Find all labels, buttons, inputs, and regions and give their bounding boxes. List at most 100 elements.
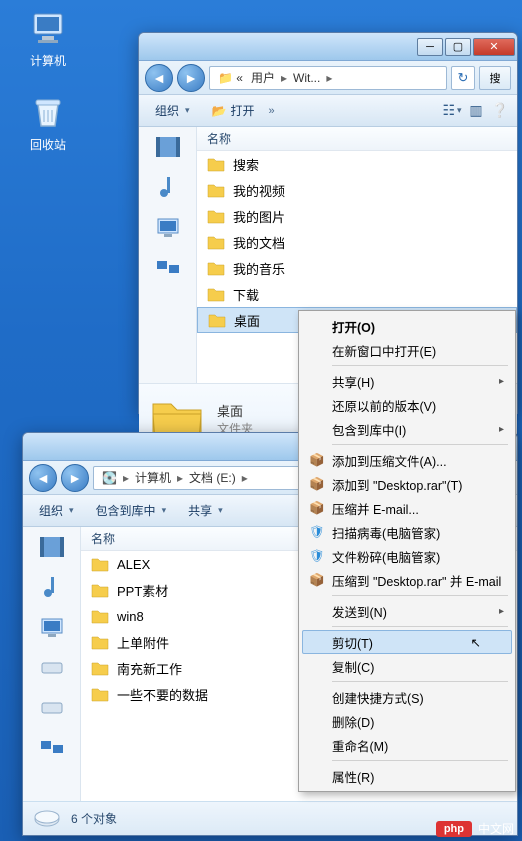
desktop-icon-label: 回收站 [16,136,80,153]
breadcrumb-seg[interactable]: 用户 [247,69,279,86]
ctx-compress-email[interactable]: 📦压缩并 E-mail... [302,496,512,520]
ctx-open[interactable]: 打开(O) [302,314,512,338]
breadcrumb-seg[interactable]: Wit... [289,71,324,85]
back-button[interactable]: ◄ [145,64,173,92]
chevron-right-icon: ▸ [175,471,185,485]
context-menu: 打开(O) 在新窗口中打开(E) 共享(H) 还原以前的版本(V) 包含到库中(… [298,310,516,792]
fav-computer-icon[interactable] [23,607,80,647]
folder-icon [207,156,225,172]
ctx-open-new-window[interactable]: 在新窗口中打开(E) [302,338,512,362]
folder-icon [207,286,225,302]
cursor-icon: ↖ [471,635,481,650]
column-header-name[interactable]: 名称 [197,127,517,151]
search-button[interactable]: 搜 [479,66,511,90]
breadcrumb-root-icon[interactable]: 📁 « [214,71,247,85]
recycle-bin-icon [28,92,68,132]
list-item[interactable]: 我的文档 [197,229,517,255]
shield-icon: 🛡 [308,523,326,541]
view-mode-button[interactable]: ☷ [443,102,461,120]
organize-button[interactable]: 组织 [31,499,82,522]
folder-icon [91,556,109,572]
rar-icon: 📦 [308,571,326,589]
separator [332,595,508,596]
fav-video-icon[interactable] [139,127,196,167]
ctx-add-desktop-rar[interactable]: 📦添加到 "Desktop.rar"(T) [302,472,512,496]
ctx-scan-virus[interactable]: 🛡扫描病毒(电脑管家) [302,520,512,544]
open-button[interactable]: 📂打开 [204,99,263,122]
separator [332,444,508,445]
fav-computer-icon[interactable] [139,207,196,247]
overflow-icon[interactable]: » [269,105,275,117]
rar-icon: 📦 [308,475,326,493]
ctx-send-to[interactable]: 发送到(N) [302,599,512,623]
ctx-shred[interactable]: 🛡文件粉碎(电脑管家) [302,544,512,568]
list-item[interactable]: 我的音乐 [197,255,517,281]
desktop-icon-computer[interactable]: 计算机 [16,8,80,69]
list-item[interactable]: 我的图片 [197,203,517,229]
ctx-rename[interactable]: 重命名(M) [302,733,512,757]
fav-drive-icon[interactable] [23,647,80,687]
folder-icon [91,686,109,702]
forward-button[interactable]: ► [61,464,89,492]
list-item[interactable]: 搜索 [197,151,517,177]
computer-icon [28,8,68,48]
fav-network-icon[interactable] [23,727,80,767]
ctx-compress-send[interactable]: 📦压缩到 "Desktop.rar" 并 E-mail [302,568,512,592]
separator [332,626,508,627]
ctx-create-shortcut[interactable]: 创建快捷方式(S) [302,685,512,709]
organize-button[interactable]: 组织 [147,99,198,122]
chevron-right-icon: ▸ [121,471,131,485]
watermark: php 中文网 [436,820,514,837]
include-library-button[interactable]: 包含到库中 [88,499,175,522]
ctx-add-archive[interactable]: 📦添加到压缩文件(A)... [302,448,512,472]
drive-icon[interactable]: 💽 [98,471,121,485]
fav-drive-icon[interactable] [23,687,80,727]
refresh-button[interactable]: ↻ [451,66,475,90]
breadcrumb[interactable]: 📁 « 用户 ▸ Wit... ▸ [209,66,447,90]
chevron-right-icon: ▸ [240,471,250,485]
minimize-button[interactable]: ─ [417,38,443,56]
preview-pane-button[interactable]: ▥ [467,102,485,120]
folder-icon [208,312,226,328]
maximize-button[interactable]: ▢ [445,38,471,56]
folder-icon [91,582,109,598]
favorites-pane[interactable] [139,127,197,383]
folder-icon [207,208,225,224]
forward-button[interactable]: ► [177,64,205,92]
help-button[interactable]: ❔ [491,102,509,120]
separator [332,365,508,366]
fav-music-icon[interactable] [23,567,80,607]
ctx-include-library[interactable]: 包含到库中(I) [302,417,512,441]
fav-network-icon[interactable] [139,247,196,287]
shield-icon: 🛡 [308,547,326,565]
favorites-pane[interactable] [23,527,81,801]
fav-video-icon[interactable] [23,527,80,567]
open-icon: 📂 [212,104,227,118]
ctx-copy[interactable]: 复制(C) [302,654,512,678]
folder-icon [207,260,225,276]
folder-icon [207,234,225,250]
list-item[interactable]: 下载 [197,281,517,307]
drive-icon [33,810,61,828]
folder-icon [207,182,225,198]
ctx-properties[interactable]: 属性(R) [302,764,512,788]
breadcrumb-seg[interactable]: 计算机 [131,469,175,486]
desktop-icon-label: 计算机 [16,52,80,69]
ctx-cut[interactable]: 剪切(T)↖ [302,630,512,654]
fav-music-icon[interactable] [139,167,196,207]
share-button[interactable]: 共享 [180,499,231,522]
rar-icon: 📦 [308,499,326,517]
list-item[interactable]: 我的视频 [197,177,517,203]
desktop-icon-recycle[interactable]: 回收站 [16,92,80,153]
back-button[interactable]: ◄ [29,464,57,492]
status-text: 6 个对象 [71,810,117,827]
ctx-share[interactable]: 共享(H) [302,369,512,393]
titlebar[interactable]: ─ ▢ ✕ [139,33,517,61]
chevron-right-icon: ▸ [324,71,334,85]
folder-icon [91,608,109,624]
folder-icon [91,660,109,676]
ctx-restore-previous[interactable]: 还原以前的版本(V) [302,393,512,417]
close-button[interactable]: ✕ [473,38,515,56]
breadcrumb-seg[interactable]: 文档 (E:) [185,469,240,486]
ctx-delete[interactable]: 删除(D) [302,709,512,733]
